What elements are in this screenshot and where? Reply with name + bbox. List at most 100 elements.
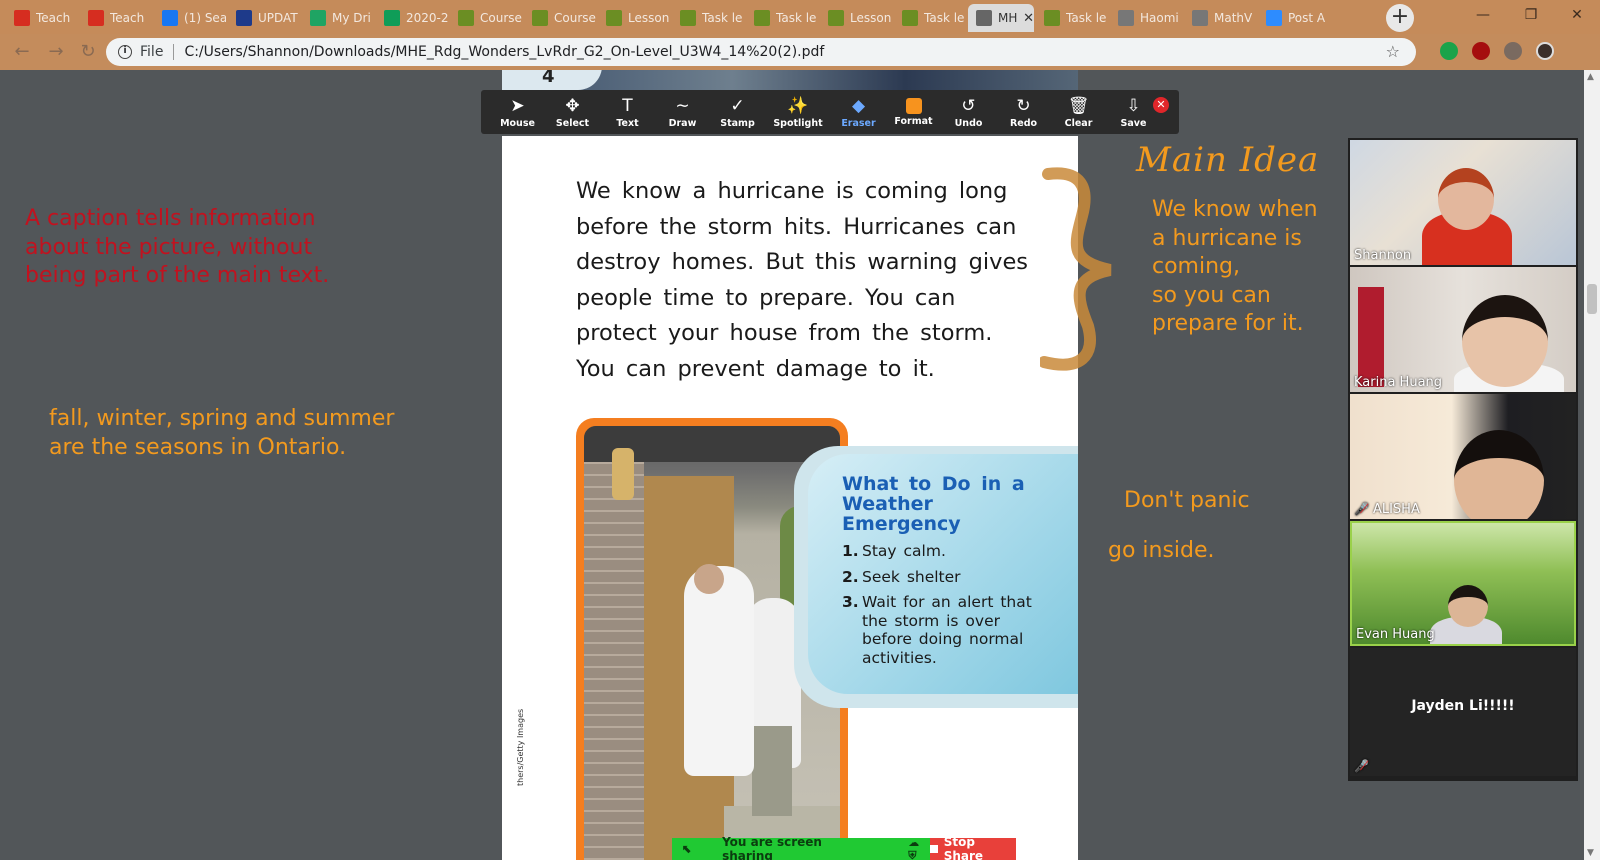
- browser-tab[interactable]: Task le: [746, 4, 818, 32]
- annotation-line: are the seasons in Ontario.: [49, 434, 347, 460]
- tool-label: Text: [616, 118, 639, 129]
- browser-tab[interactable]: MathV: [1184, 4, 1256, 32]
- color-swatch-icon: [905, 98, 922, 114]
- minimize-button[interactable]: —: [1460, 0, 1506, 30]
- list-text: Seek shelter: [862, 567, 961, 586]
- browser-tab[interactable]: Task le: [672, 4, 744, 32]
- ublock-icon[interactable]: [1472, 42, 1490, 60]
- participant-name: ALISHA: [1372, 502, 1420, 517]
- annotation-line: being part of the main text.: [25, 263, 330, 289]
- draw-tool-button[interactable]: ∼ Draw: [655, 90, 710, 134]
- photo-credit: thers/Getty Images: [516, 708, 525, 786]
- google-drive-icon: [310, 10, 326, 26]
- tab-title: My Dri: [332, 11, 371, 25]
- browser-tab[interactable]: Teach: [80, 4, 152, 32]
- text-tool-button[interactable]: T Text: [600, 90, 655, 134]
- stop-share-button[interactable]: Stop Share: [930, 835, 1016, 860]
- new-tab-button[interactable]: +: [1386, 4, 1414, 32]
- browser-tab[interactable]: MH ✕: [968, 4, 1034, 32]
- info-box-title: What to Do in a Weather Emergency: [842, 473, 1025, 535]
- maximize-button[interactable]: ❐: [1508, 0, 1554, 30]
- bookmark-star-icon[interactable]: ☆: [1386, 42, 1400, 61]
- tab-list: Teach Teach (1) Sea UPDAT My Dri 2020-2 Course…: [6, 4, 1332, 34]
- globe-icon: [976, 10, 992, 26]
- tab-title: (1) Sea: [184, 11, 226, 25]
- stamp-tool-button[interactable]: ✓ Stamp: [710, 90, 765, 134]
- scroll-down-arrow-icon[interactable]: ▼: [1587, 848, 1594, 858]
- participant-name: Evan Huang: [1356, 627, 1435, 642]
- redo-icon: ↻: [1016, 96, 1031, 116]
- paragraph-line: We know a hurricane is coming long: [576, 178, 1008, 204]
- clear-tool-button[interactable]: 🗑 Clear: [1051, 90, 1106, 134]
- annotation-line: A caption tells information: [25, 206, 316, 231]
- browser-tab[interactable]: (1) Sea: [154, 4, 226, 32]
- tab-title: MH: [998, 11, 1018, 25]
- previous-page-number: 4: [502, 70, 602, 90]
- scrollbar-thumb[interactable]: [1587, 284, 1597, 314]
- format-tool-button[interactable]: Format: [886, 90, 941, 134]
- forward-arrow-icon[interactable]: →: [44, 40, 68, 64]
- browser-tab[interactable]: Lesson: [598, 4, 670, 32]
- address-bar[interactable]: i File C:/Users/Shannon/Downloads/MHE_Rd…: [106, 38, 1416, 66]
- video-tile-alisha[interactable]: 🎤̸ ALISHA: [1350, 394, 1576, 519]
- facebook-icon: [162, 10, 178, 26]
- tab-title: Teach: [110, 11, 145, 25]
- browser-tab[interactable]: Task le: [1036, 4, 1108, 32]
- browser-tab[interactable]: Teach: [6, 4, 78, 32]
- download-icon: ⇩: [1126, 96, 1141, 116]
- url-text[interactable]: C:/Users/Shannon/Downloads/MHE_Rdg_Wonde…: [184, 44, 824, 60]
- paragraph-line: destroy homes. But this warning gives: [576, 249, 1029, 276]
- scroll-up-arrow-icon[interactable]: ▲: [1587, 72, 1594, 82]
- close-window-button[interactable]: ✕: [1554, 0, 1600, 30]
- curly-brace-drawing: [1040, 167, 1112, 371]
- tab-title: UPDAT: [258, 11, 298, 25]
- annotate-toolbar: ➤ Mouse ✥ Select T Text ∼ Draw ✓ Stamp ✨ Spotlight ◆…: [481, 90, 1179, 134]
- browser-tab[interactable]: Course: [450, 4, 522, 32]
- profile-avatar[interactable]: [1536, 42, 1554, 60]
- eraser-tool-button[interactable]: ◆ Eraser: [831, 90, 886, 134]
- redo-tool-button[interactable]: ↻ Redo: [996, 90, 1051, 134]
- annotation-line: fall, winter, spring and summer: [49, 406, 395, 431]
- previous-page-strip: 4: [502, 70, 1078, 90]
- vertical-scrollbar[interactable]: ▲ ▼: [1584, 70, 1600, 860]
- video-tile-evan[interactable]: Evan Huang: [1350, 521, 1576, 646]
- video-tile-karina[interactable]: Karina Huang: [1350, 267, 1576, 392]
- browser-tab[interactable]: Course: [524, 4, 596, 32]
- browser-tab[interactable]: My Dri: [302, 4, 374, 32]
- extension-puzzle-icon[interactable]: [1504, 42, 1522, 60]
- course-page-icon: [828, 10, 844, 26]
- video-tile-shannon[interactable]: Shannon: [1350, 140, 1576, 265]
- annotation-line: We know when: [1152, 197, 1318, 222]
- video-tile-jayden[interactable]: Jayden Li!!!!! 🎤̸: [1350, 648, 1576, 776]
- save-tool-button[interactable]: ⇩ Save: [1106, 90, 1161, 134]
- browser-tab[interactable]: Haomi: [1110, 4, 1182, 32]
- close-tab-icon[interactable]: ✕: [1023, 11, 1034, 26]
- browser-tab[interactable]: 2020-2: [376, 4, 448, 32]
- back-arrow-icon[interactable]: ←: [10, 40, 34, 64]
- dont-panic-note: Don't panic: [1124, 488, 1250, 513]
- course-page-icon: [1044, 10, 1060, 26]
- tool-label: Select: [555, 118, 590, 129]
- tool-label: Redo: [1009, 118, 1038, 129]
- select-tool-button[interactable]: ✥ Select: [545, 90, 600, 134]
- network-icon: ☁ ⛨: [908, 835, 920, 860]
- annotation-line: coming,: [1152, 254, 1240, 280]
- info-icon[interactable]: i: [118, 45, 132, 59]
- drag-handle-icon[interactable]: ⬉: [682, 842, 692, 856]
- list-number: 2.: [842, 567, 859, 586]
- browser-tab[interactable]: Lesson: [820, 4, 892, 32]
- tab-title: Course: [554, 11, 596, 25]
- tool-label: Draw: [668, 118, 697, 129]
- sharing-status[interactable]: ⬉ You are screen sharing ☁ ⛨: [672, 835, 930, 860]
- tab-strip: Teach Teach (1) Sea UPDAT My Dri 2020-2 Course…: [0, 0, 1600, 34]
- browser-tab[interactable]: UPDAT: [228, 4, 300, 32]
- browser-tab[interactable]: Task le: [894, 4, 966, 32]
- close-annotate-icon[interactable]: ✕: [1153, 97, 1169, 113]
- spotlight-tool-button[interactable]: ✨ Spotlight: [765, 90, 831, 134]
- browser-tab[interactable]: Post A: [1258, 4, 1330, 32]
- annotation-line: about the picture, without: [25, 234, 313, 260]
- mouse-tool-button[interactable]: ➤ Mouse: [490, 90, 545, 134]
- extension-green-icon[interactable]: [1440, 42, 1458, 60]
- reload-icon[interactable]: ↻: [76, 40, 100, 64]
- undo-tool-button[interactable]: ↺ Undo: [941, 90, 996, 134]
